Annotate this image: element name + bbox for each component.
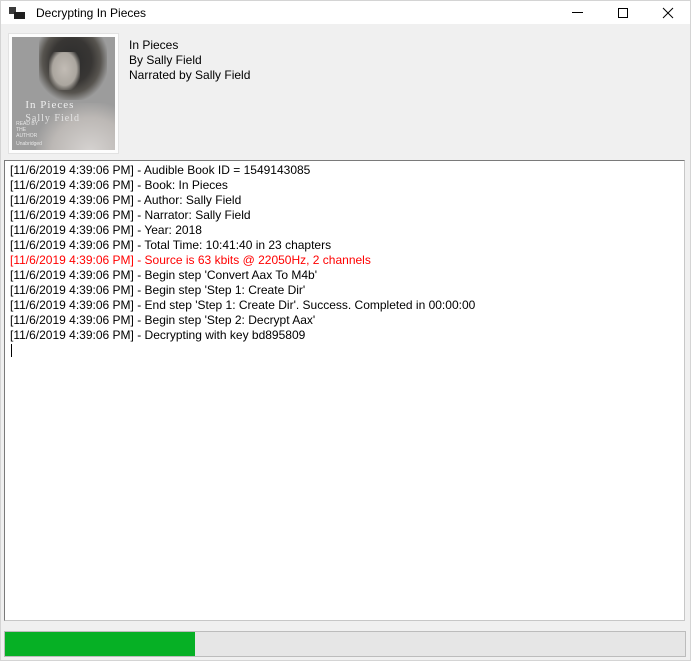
minimize-button[interactable] xyxy=(555,1,600,24)
book-cover-image: In Pieces Sally Field READ BY THE AUTHOR… xyxy=(9,34,118,153)
log-line: [11/6/2019 4:39:06 PM] - Source is 63 kb… xyxy=(10,253,684,268)
minimize-icon xyxy=(572,12,583,13)
close-button[interactable] xyxy=(645,1,690,24)
cover-title-text: In Pieces xyxy=(25,99,74,111)
log-line: [11/6/2019 4:39:06 PM] - Begin step 'Con… xyxy=(10,268,684,283)
log-line: [11/6/2019 4:39:06 PM] - Year: 2018 xyxy=(10,223,684,238)
log-line: [11/6/2019 4:39:06 PM] - Begin step 'Ste… xyxy=(10,313,684,328)
cover-portrait-face xyxy=(49,52,80,90)
log-line: [11/6/2019 4:39:06 PM] - Author: Sally F… xyxy=(10,193,684,208)
maximize-button[interactable] xyxy=(600,1,645,24)
log-line: [11/6/2019 4:39:06 PM] - End step 'Step … xyxy=(10,298,684,313)
progress-fill xyxy=(5,632,195,656)
text-caret xyxy=(11,344,12,357)
book-narrator: Narrated by Sally Field xyxy=(129,68,250,83)
book-title: In Pieces xyxy=(129,38,250,53)
log-line: [11/6/2019 4:39:06 PM] - Total Time: 10:… xyxy=(10,238,684,253)
book-author: By Sally Field xyxy=(129,53,250,68)
log-line: [11/6/2019 4:39:06 PM] - Begin step 'Ste… xyxy=(10,283,684,298)
log-line: [11/6/2019 4:39:06 PM] - Decrypting with… xyxy=(10,328,684,343)
window-controls xyxy=(555,1,690,24)
app-icon xyxy=(9,5,25,21)
book-info: In Pieces By Sally Field Narrated by Sal… xyxy=(129,38,250,83)
cover-readby-text: READ BY THE AUTHOR xyxy=(16,121,42,139)
app-window: Decrypting In Pieces In Pieces xyxy=(0,0,691,661)
log-lines: [11/6/2019 4:39:06 PM] - Audible Book ID… xyxy=(10,163,684,343)
log-line: [11/6/2019 4:39:06 PM] - Narrator: Sally… xyxy=(10,208,684,223)
log-textbox[interactable]: [11/6/2019 4:39:06 PM] - Audible Book ID… xyxy=(4,160,685,621)
log-line: [11/6/2019 4:39:06 PM] - Audible Book ID… xyxy=(10,163,684,178)
titlebar[interactable]: Decrypting In Pieces xyxy=(1,1,690,24)
maximize-icon xyxy=(618,8,628,18)
window-title: Decrypting In Pieces xyxy=(36,6,555,20)
progress-bar xyxy=(4,631,686,657)
close-icon xyxy=(662,7,674,19)
log-line: [11/6/2019 4:39:06 PM] - Book: In Pieces xyxy=(10,178,684,193)
cover-edition-text: Unabridged xyxy=(16,141,42,147)
